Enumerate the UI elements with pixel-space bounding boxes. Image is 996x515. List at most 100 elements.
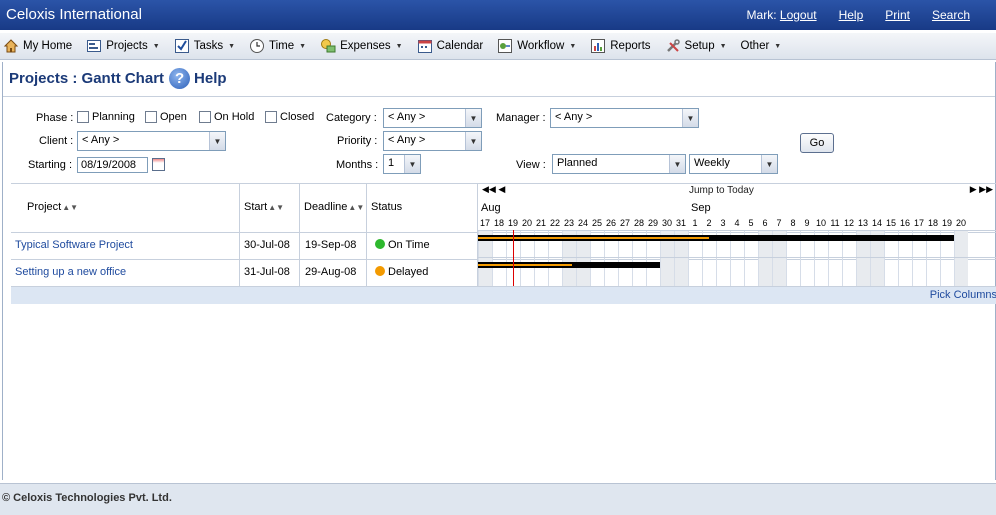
scale-select[interactable]: Weekly ▼ [689,154,778,174]
day-label: 31 [675,218,686,228]
gantt-prev-nav[interactable]: ◀◀ ◀ [482,184,505,195]
checkbox[interactable] [77,111,89,123]
project-link[interactable]: Typical Software Project [15,239,133,251]
checkbox[interactable] [199,111,211,123]
phase-closed-checkbox[interactable]: Closed [265,111,314,123]
column-header-deadline[interactable]: Deadline▲▼ [304,201,364,213]
starting-date-input[interactable]: 08/19/2008 [77,157,148,173]
day-header: 17 18 19 20 21 22 23 24 25 26 27 28 29 30 31 1 2 3 4 5 6 7 8 9 1… [478,216,996,230]
column-header-project[interactable]: Project▲▼ [27,201,78,213]
pick-columns-link[interactable]: Pick Columns [930,289,996,301]
clock-icon [249,38,265,54]
checkbox[interactable] [145,111,157,123]
months-select[interactable]: 1 ▼ [383,154,421,174]
client-select[interactable]: < Any > ▼ [77,131,226,151]
day-label: 7 [776,218,782,228]
day-label: 30 [661,218,672,228]
help-link[interactable]: Help [839,8,864,22]
sort-icon[interactable]: ▲▼ [348,203,364,212]
menu-workflow[interactable]: Workflow ▼ [497,38,576,54]
day-label: 20 [955,218,966,228]
column-label: Project [27,201,62,213]
status-dot-icon [375,239,385,249]
sort-icon[interactable]: ▲▼ [62,203,78,212]
help-button[interactable]: Help [194,70,227,87]
chevron-down-icon[interactable]: ▼ [465,132,481,150]
jump-to-today-link[interactable]: Jump to Today [689,185,754,196]
phase-label: Phase : [36,112,74,124]
phase-planning-checkbox[interactable]: Planning [77,111,135,123]
menu-my-home[interactable]: My Home [3,38,72,54]
day-label: 21 [535,218,546,228]
category-select[interactable]: < Any > ▼ [383,108,482,128]
status-badge: On Time [375,239,430,251]
chevron-down-icon[interactable]: ▼ [669,155,685,173]
chevron-down-icon[interactable]: ▼ [465,109,481,127]
project-link[interactable]: Setting up a new office [15,266,126,278]
menu-projects[interactable]: Projects ▼ [86,38,160,54]
status-badge: Delayed [375,266,428,278]
gantt-next-nav[interactable]: ▶ ▶▶ [970,184,993,195]
calendar-icon[interactable] [152,158,165,171]
sort-icon[interactable]: ▲▼ [268,203,284,212]
manager-select[interactable]: < Any > ▼ [550,108,699,128]
chevron-down-icon[interactable]: ▼ [209,132,225,150]
day-label: 3 [720,218,726,228]
chevron-down-icon[interactable]: ▼ [761,155,777,173]
checkbox[interactable] [265,111,277,123]
checkbox-label: On Hold [214,111,255,123]
category-value: < Any > [388,111,426,123]
months-value: 1 [388,157,395,169]
chevron-down-icon: ▼ [719,42,727,50]
menu-other[interactable]: Other ▼ [741,40,782,52]
tools-icon [665,38,681,54]
menu-time[interactable]: Time ▼ [249,38,306,54]
client-label: Client : [39,135,74,147]
grid-footer: Pick Columns [11,286,996,304]
menu-label: Reports [610,40,651,52]
status-text: On Time [388,239,430,251]
months-label: Months : [336,159,379,171]
chevron-down-icon: ▼ [228,42,236,50]
category-label: Category : [326,112,377,124]
workflow-icon [497,38,513,54]
day-label: 5 [748,218,754,228]
view-select[interactable]: Planned ▼ [552,154,686,174]
chevron-down-icon: ▼ [299,42,307,50]
search-link[interactable]: Search [932,8,970,22]
today-marker [513,230,514,286]
day-label: 15 [885,218,896,228]
go-button[interactable]: Go [800,133,834,153]
top-nav: Mark: Logout Help Print Search [747,8,970,22]
menu-tasks[interactable]: Tasks ▼ [174,38,235,54]
menu-setup[interactable]: Setup ▼ [665,38,727,54]
day-label: 14 [871,218,882,228]
menu-reports[interactable]: Reports [590,38,651,54]
deadline-date: 29-Aug-08 [305,266,357,278]
day-label: 8 [790,218,796,228]
month-label-sep: Sep [691,202,711,214]
menu-label: Setup [684,40,715,52]
checkbox-label: Closed [280,111,315,123]
reports-icon [590,38,606,54]
menu-label: Calendar [436,40,484,52]
day-label: 18 [493,218,504,228]
menu-calendar[interactable]: Calendar [417,38,484,54]
day-label: 2 [706,218,712,228]
help-icon[interactable]: ? [169,68,191,89]
status-dot-icon [375,266,385,276]
content-frame: Projects : Gantt Chart ? Help Phase : Pl… [2,62,996,480]
chevron-down-icon[interactable]: ▼ [682,109,698,127]
phase-onhold-checkbox[interactable]: On Hold [199,111,254,123]
menu-expenses[interactable]: Expenses ▼ [320,38,403,54]
phase-open-checkbox[interactable]: Open [145,111,187,123]
day-label: 22 [549,218,560,228]
print-link[interactable]: Print [885,8,910,22]
column-header-start[interactable]: Start▲▼ [244,201,284,213]
chevron-down-icon[interactable]: ▼ [404,155,420,173]
menu-label: Time [269,40,295,52]
priority-select[interactable]: < Any > ▼ [383,131,482,151]
logout-link[interactable]: Logout [780,8,817,22]
day-label: 4 [734,218,740,228]
view-label: View : [516,159,546,171]
